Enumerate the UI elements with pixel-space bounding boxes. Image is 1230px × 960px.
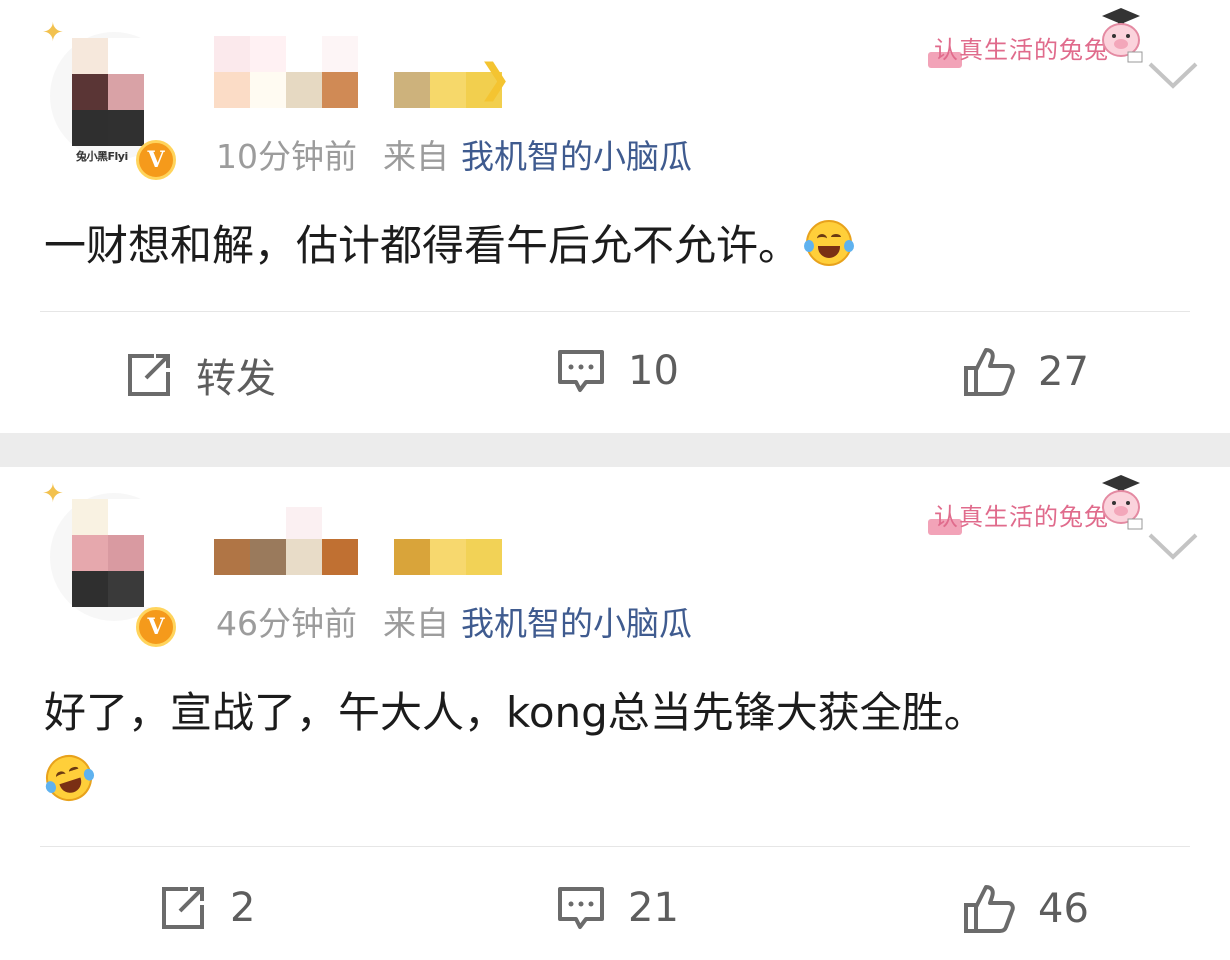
- comment-icon: [558, 887, 604, 929]
- post-text: 一财想和解，估计都得看午后允不允许。: [44, 221, 801, 270]
- thumbs-up-icon: [964, 885, 1015, 933]
- username-mosaic[interactable]: [214, 507, 502, 543]
- post-text: 好了，宣战了，午大人，kong总当先锋大获全胜。: [44, 688, 986, 737]
- username-mosaic[interactable]: [214, 36, 502, 72]
- post-time: 10分钟前: [216, 137, 357, 176]
- divider: [40, 846, 1190, 847]
- comment-button[interactable]: 10: [556, 346, 679, 396]
- decorative-sticker: 认真生活的兔兔: [928, 473, 1150, 539]
- sticker-text: 认真生活的兔兔: [934, 503, 1109, 531]
- post-meta: 10分钟前 来自 我机智的小脑瓜: [216, 130, 692, 178]
- decorative-sticker: 认真生活的兔兔: [928, 6, 1150, 72]
- source-app-link[interactable]: 我机智的小脑瓜: [461, 137, 692, 176]
- post-content: 一财想和解，估计都得看午后允不允许。: [44, 214, 855, 278]
- like-button[interactable]: 46: [962, 883, 1089, 935]
- avatar[interactable]: ✦ V: [42, 479, 184, 647]
- source-prefix: 来自: [383, 137, 449, 176]
- avatar-mosaic: [72, 499, 184, 609]
- weibo-post: ✦ 兔小黑Flyi V ❯ 10分钟前 来自 我机智的小脑瓜 认真生活的兔兔 一…: [0, 0, 1230, 433]
- divider: [40, 311, 1190, 312]
- comment-button[interactable]: 21: [556, 883, 679, 933]
- avatar[interactable]: ✦ 兔小黑Flyi V: [42, 20, 182, 180]
- repost-button[interactable]: 2: [158, 883, 255, 933]
- crying-laughing-emoji-icon: [40, 749, 98, 807]
- pig-graduate-icon: [1102, 8, 1143, 63]
- thumbs-up-icon: [964, 348, 1015, 396]
- repost-icon: [128, 354, 170, 396]
- avatar-caption: 兔小黑Flyi: [76, 150, 128, 163]
- comment-icon: [558, 350, 604, 392]
- crown-icon: ✦: [42, 18, 64, 48]
- repost-button[interactable]: 转发: [124, 346, 276, 404]
- comment-count: 10: [628, 348, 679, 394]
- repost-count: 2: [230, 885, 256, 931]
- username-mosaic-lower: [214, 539, 502, 575]
- weibo-post: ✦ V 46分钟前 来自 我机智的小脑瓜 认真生活的兔兔 好了，宣战了，午大人，ko: [0, 467, 1230, 960]
- username-mosaic-lower: [214, 72, 502, 108]
- chevron-down-icon[interactable]: [1146, 529, 1200, 563]
- vip-chevron-icon: ❯: [478, 56, 512, 102]
- repost-icon: [162, 887, 204, 929]
- like-count: 27: [1038, 349, 1089, 395]
- repost-label: 转发: [196, 356, 276, 402]
- post-emoji-line: [40, 749, 98, 813]
- pig-graduate-icon: [1102, 475, 1143, 530]
- like-button[interactable]: 27: [962, 346, 1089, 398]
- source-prefix: 来自: [383, 604, 449, 643]
- laughing-tears-emoji-icon: [804, 220, 855, 266]
- crown-icon: ✦: [42, 479, 64, 509]
- chevron-down-icon[interactable]: [1146, 58, 1200, 92]
- post-content: 好了，宣战了，午大人，kong总当先锋大获全胜。: [44, 681, 986, 745]
- post-separator: [0, 433, 1230, 467]
- avatar-mosaic: [72, 38, 184, 148]
- post-time: 46分钟前: [216, 604, 357, 643]
- like-count: 46: [1038, 886, 1089, 932]
- comment-count: 21: [628, 885, 679, 931]
- sticker-text: 认真生活的兔兔: [934, 36, 1109, 64]
- post-meta: 46分钟前 来自 我机智的小脑瓜: [216, 597, 692, 645]
- verified-badge-icon: V: [136, 140, 176, 180]
- verified-badge-icon: V: [136, 607, 176, 647]
- source-app-link[interactable]: 我机智的小脑瓜: [461, 604, 692, 643]
